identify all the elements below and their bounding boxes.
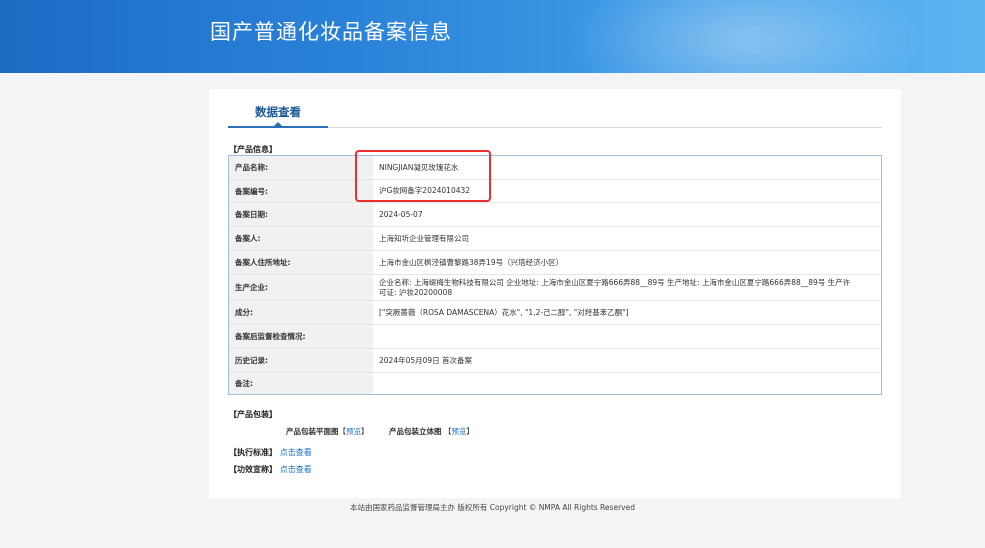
info-row-label: 历史记录: [229,349,373,372]
info-row-ingredients: 成分: ["突厥蔷薇（ROSA DAMASCENA）花水", "1,2-己二醇"… [229,301,881,325]
info-row-label: 生产企业: [229,275,373,300]
info-row-value: 企业名称: 上海缇梅生物科技有限公司 企业地址: 上海市金山区夏宁路666弄88… [379,278,851,297]
banner-glow [565,0,925,73]
content-card: 数据查看 【产品信息】 产品名称: NINGJIAN凝见玫瑰花水 备案编号: 沪… [209,89,901,498]
bracket-close: 】 [361,427,369,436]
package-flat: 产品包装平面图【预览】 [286,426,369,437]
section-title-efficacy-claim: 【功效宣称】 [229,465,277,474]
efficacy-claim-row: 【功效宣称】 点击查看 [229,464,312,475]
section-title-exec-standard: 【执行标准】 [229,448,277,457]
header-banner: 国产普通化妆品备案信息 [0,0,985,73]
info-row-value: 上海知圻企业管理有限公司 [379,233,469,243]
info-row-product-name: 产品名称: NINGJIAN凝见玫瑰花水 [229,156,881,180]
exec-standard-row: 【执行标准】 点击查看 [229,447,312,458]
package-3d: 产品包装立体图 【预览】 [389,426,474,437]
info-row-registrant: 备案人: 上海知圻企业管理有限公司 [229,227,881,251]
info-row-label: 备案人: [229,227,373,250]
footer-copyright: 本站由国家药品监督管理局主办 版权所有 Copyright © NMPA All… [350,503,635,512]
section-title-product-info: 【产品信息】 [229,145,277,154]
page-title: 国产普通化妆品备案信息 [210,20,452,44]
info-row-remarks: 备注: [229,373,881,394]
info-row-value [373,373,881,394]
tab-caret-icon [273,122,283,127]
info-row-value: 2024年05月09日 首次备案 [379,355,473,365]
bracket-close: 】 [466,427,474,436]
info-row-inspection: 备案后监督检查情况: [229,325,881,349]
info-row-label: 产品名称: [229,156,373,179]
info-row-record-date: 备案日期: 2024-05-07 [229,203,881,227]
info-row-label: 备案编号: [229,180,373,202]
info-row-label: 备案日期: [229,203,373,226]
package-3d-preview-link[interactable]: 预览 [451,427,466,436]
info-row-label: 成分: [229,301,373,324]
package-3d-label: 产品包装立体图 [389,427,442,436]
package-flat-preview-link[interactable]: 预览 [346,427,361,436]
info-row-registrant-address: 备案人住所地址: 上海市金山区枫泾镇曹黎路38弄19号（兴塔经济小区） [229,251,881,275]
bracket-open: 【 [338,427,347,436]
info-row-value: 2024-05-07 [379,209,423,219]
red-highlight-box [355,150,491,202]
package-flat-label: 产品包装平面图 [286,427,339,436]
info-row-value: ["突厥蔷薇（ROSA DAMASCENA）花水", "1,2-己二醇", "对… [379,307,629,317]
info-row-manufacturer: 生产企业: 企业名称: 上海缇梅生物科技有限公司 企业地址: 上海市金山区夏宁路… [229,275,881,301]
info-row-history: 历史记录: 2024年05月09日 首次备案 [229,349,881,373]
product-info-table: 产品名称: NINGJIAN凝见玫瑰花水 备案编号: 沪G妆网备字2024010… [228,155,882,395]
info-row-record-number: 备案编号: 沪G妆网备字2024010432 [229,180,881,203]
info-row-value [373,325,881,348]
info-row-label: 备案后监督检查情况: [229,325,373,348]
info-row-label: 备案人住所地址: [229,251,373,274]
efficacy-claim-link[interactable]: 点击查看 [280,465,312,474]
info-row-value: 上海市金山区枫泾镇曹黎路38弄19号（兴塔经济小区） [379,257,564,267]
info-row-label: 备注: [229,373,373,394]
exec-standard-link[interactable]: 点击查看 [280,448,312,457]
section-title-product-package: 【产品包装】 [229,410,277,419]
